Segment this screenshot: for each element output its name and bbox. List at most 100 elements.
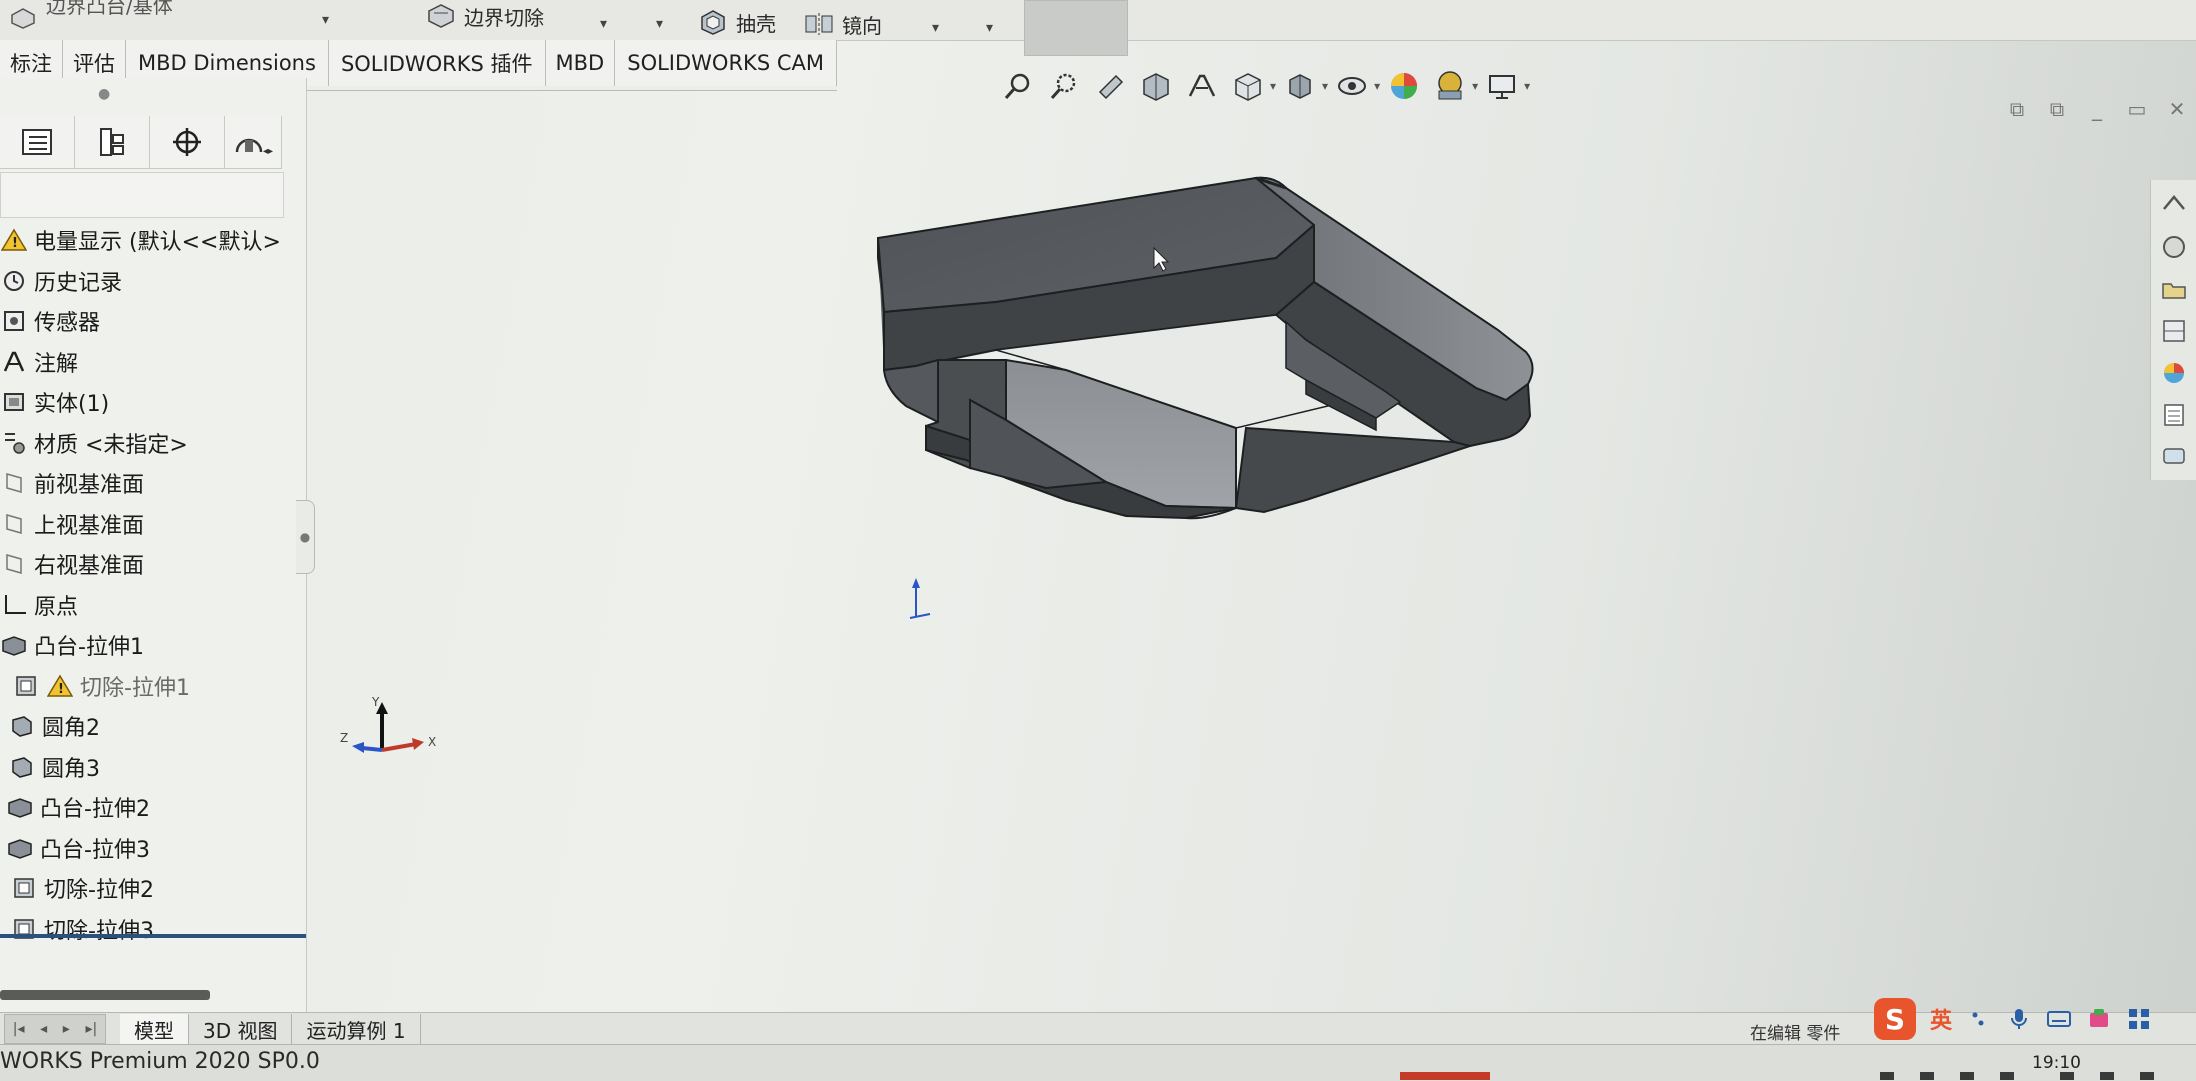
fillet-icon: [8, 753, 36, 781]
solidworks-resources-icon[interactable]: [2157, 188, 2191, 222]
boundary-cut-button[interactable]: 边界切除: [426, 0, 544, 32]
tree-item-front-plane[interactable]: 前视基准面: [0, 463, 306, 504]
tab-label: SOLIDWORKS CAM: [627, 51, 824, 75]
tab-solidworks-cam[interactable]: SOLIDWORKS CAM: [615, 40, 837, 86]
view-palette-icon[interactable]: [2157, 314, 2191, 348]
solidworks-forum-icon[interactable]: [2157, 440, 2191, 474]
horizontal-scrollbar[interactable]: [0, 990, 210, 1000]
cut-extrude-icon: [10, 874, 38, 902]
tab-label: 模型: [134, 1018, 174, 1043]
chevron-down-icon[interactable]: ▾: [932, 20, 939, 36]
tree-item-label: 传感器: [34, 311, 101, 337]
punctuation-icon[interactable]: [1966, 1006, 1992, 1032]
chevron-down-icon[interactable]: ▾: [322, 12, 329, 28]
tree-item-history[interactable]: 历史记录: [0, 261, 306, 302]
chevron-down-icon[interactable]: ▾: [986, 20, 993, 36]
last-tab-icon[interactable]: ▸|: [85, 1021, 97, 1037]
keyboard-icon[interactable]: [2046, 1006, 2072, 1032]
origin-marker: [909, 578, 931, 619]
crosshair-icon: [173, 128, 201, 156]
close-icon[interactable]: ✕: [2166, 98, 2188, 120]
model-view-tabs: |◂ ◂ ▸ ▸| 模型 3D 视图 运动算例 1: [0, 1012, 2196, 1045]
tree-item-fillet2[interactable]: 圆角2: [0, 706, 306, 747]
tree-item-solid-bodies[interactable]: 实体(1): [0, 382, 306, 423]
tab-model[interactable]: 模型: [120, 1014, 189, 1044]
rollback-bar[interactable]: [0, 934, 306, 938]
tree-item-top-plane[interactable]: 上视基准面: [0, 504, 306, 545]
tab-label: 运动算例 1: [306, 1018, 406, 1043]
tab-motion-study[interactable]: 运动算例 1: [292, 1014, 421, 1044]
prev-tab-icon[interactable]: ◂: [40, 1021, 47, 1037]
shell-label: 抽壳: [736, 11, 776, 36]
task-pane: [2150, 180, 2196, 480]
ime-language-label[interactable]: 英: [1930, 1003, 1952, 1035]
tree-item-cut-extrude2[interactable]: 切除-拉伸2: [0, 868, 306, 909]
tree-item-label: 材质 <未指定>: [34, 432, 188, 458]
property-manager-icon: [100, 128, 124, 156]
warning-icon: !: [46, 672, 74, 700]
tree-item-label: 实体(1): [34, 392, 110, 418]
plane-icon: [0, 469, 28, 497]
toolbox-icon[interactable]: [2126, 1006, 2152, 1032]
tree-item-label: 凸台-拉伸2: [40, 797, 150, 823]
tree-item-label: 切除-拉伸3: [44, 918, 154, 944]
product-version: WORKS Premium 2020 SP0.0: [0, 1049, 320, 1074]
chevron-down-icon[interactable]: ▾: [600, 16, 607, 32]
editing-status: 在编辑 零件: [1750, 1024, 1841, 1044]
tree-item-label: 电量显示 (默认<<默认>: [34, 230, 281, 256]
tree-item-label: 右视基准面: [34, 554, 145, 580]
part-model[interactable]: [877, 176, 1534, 520]
tree-item-label: 原点: [34, 594, 79, 620]
microphone-icon[interactable]: [2006, 1006, 2032, 1032]
extrude-icon: [6, 834, 34, 862]
shell-icon: [701, 10, 725, 35]
fillet-icon: [8, 712, 36, 740]
tree-item-material[interactable]: 材质 <未指定>: [0, 423, 306, 464]
property-manager-tab[interactable]: [75, 116, 150, 169]
shell-button[interactable]: 抽壳: [698, 6, 776, 38]
sogou-logo-icon[interactable]: S: [1874, 998, 1916, 1040]
boss-base-button[interactable]: 边界凸台/基体: [8, 0, 173, 32]
skin-icon[interactable]: [2086, 1006, 2112, 1032]
tab-solidworks-addins[interactable]: SOLIDWORKS 插件: [328, 40, 546, 86]
custom-properties-icon[interactable]: [2157, 398, 2191, 432]
tree-item-origin[interactable]: 原点: [0, 585, 306, 626]
feature-tree-tab[interactable]: [0, 116, 75, 169]
tree-item-sensors[interactable]: 传感器: [0, 301, 306, 342]
appearances-icon[interactable]: [2157, 356, 2191, 390]
plane-icon: [0, 550, 28, 578]
configuration-manager-tab[interactable]: [150, 116, 225, 169]
tree-item-boss-extrude3[interactable]: 凸台-拉伸3: [0, 828, 306, 869]
tree-item-fillet3[interactable]: 圆角3: [0, 747, 306, 788]
tab-scroll-arrows[interactable]: |◂ ◂ ▸ ▸|: [4, 1014, 106, 1044]
tree-item-right-plane[interactable]: 右视基准面: [0, 544, 306, 585]
feature-manager-tabs: ◂▸: [0, 116, 306, 170]
chevron-down-icon[interactable]: ▾: [656, 16, 663, 32]
extrude-icon: [6, 793, 34, 821]
tab-label: SOLIDWORKS 插件: [340, 52, 533, 76]
triad-x-label: X: [428, 735, 436, 749]
boundary-cut-icon: [428, 4, 454, 28]
mirror-button[interactable]: 镜向: [804, 8, 882, 40]
tree-item-annotations[interactable]: 注解: [0, 342, 306, 383]
next-tab-icon[interactable]: ▸: [63, 1021, 70, 1037]
tree-item-boss-extrude1[interactable]: 凸台-拉伸1: [0, 625, 306, 666]
tab-mbd[interactable]: MBD: [545, 40, 616, 86]
cut-extrude-icon: [12, 672, 40, 700]
panel-collapse-handle[interactable]: ●: [98, 86, 110, 102]
cut-extrude-icon: [10, 915, 38, 943]
feature-tree-icon: [22, 129, 52, 155]
tree-item-boss-extrude2[interactable]: 凸台-拉伸2: [0, 787, 306, 828]
tree-item-cut-extrude1[interactable]: ! 切除-拉伸1: [0, 666, 306, 707]
feature-tree: ! 电量显示 (默认<<默认> 历史记录 传感器 注解 实体(1) 材质 <未指…: [0, 220, 306, 949]
design-library-icon[interactable]: [2157, 230, 2191, 264]
file-explorer-icon[interactable]: [2157, 272, 2191, 306]
first-tab-icon[interactable]: |◂: [13, 1021, 25, 1037]
feature-filter-field[interactable]: [0, 172, 284, 218]
tree-item-label: 凸台-拉伸3: [40, 837, 150, 863]
tab-3d-views[interactable]: 3D 视图: [189, 1014, 293, 1044]
graphics-area[interactable]: Y X Z: [306, 90, 2150, 1012]
display-manager-tab[interactable]: ◂▸: [225, 116, 282, 169]
tree-item-cut-extrude3[interactable]: 切除-拉伸3: [0, 909, 306, 950]
tree-item-part-root[interactable]: ! 电量显示 (默认<<默认>: [0, 220, 306, 261]
